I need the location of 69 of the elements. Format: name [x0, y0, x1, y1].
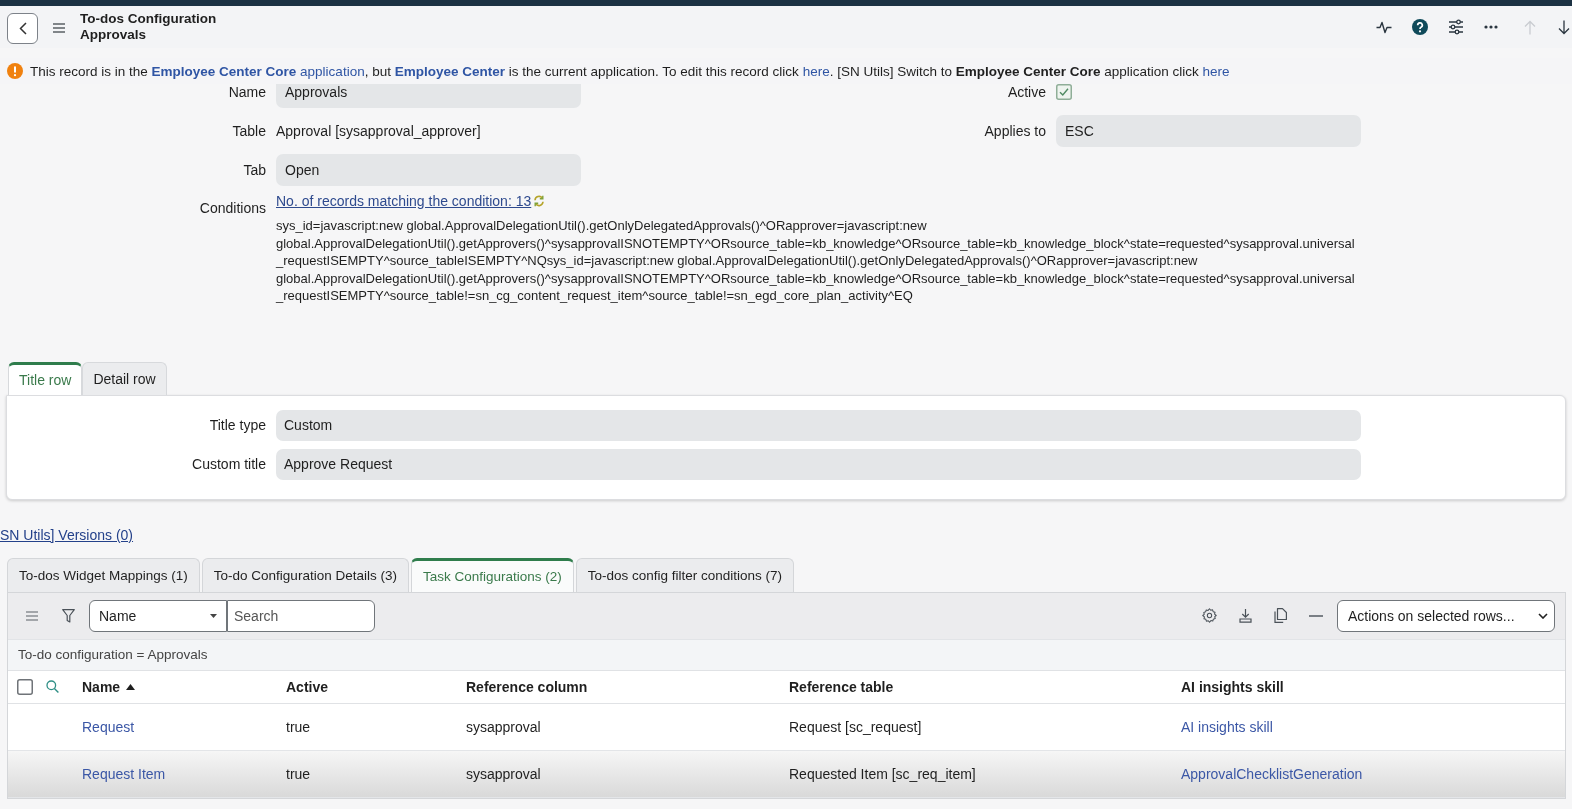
tab[interactable]: Task Configurations (2) — [410, 557, 574, 592]
text-field[interactable]: Custom — [276, 409, 1361, 441]
table-cell: true — [286, 718, 311, 735]
search-icon[interactable] — [46, 680, 59, 693]
table-cell: Request [sc_request] — [789, 718, 922, 735]
table-link[interactable]: Request Item — [82, 765, 166, 782]
field-value: Approval [sysapproval_approver] — [276, 123, 481, 139]
sliders-icon[interactable] — [1448, 19, 1464, 35]
text-field[interactable]: ESC — [1056, 115, 1361, 147]
download-icon[interactable] — [1239, 608, 1252, 623]
copy-icon[interactable] — [1274, 608, 1287, 623]
back-button[interactable] — [7, 13, 38, 44]
field-label: Name — [227, 84, 267, 100]
chevron-left-icon — [18, 22, 27, 35]
column-header[interactable]: Active — [286, 678, 329, 695]
condition-query: sys_id=javascript:new global.ApprovalDelegationUtil().getOnlyDelegatedApprovals()^ORapprover=javascript:new global.ApprovalDelegationUtil().getApprovers()^sysapprovalISNOTEMPTY^ORsource_table=kb_knowledge^ORsource_table=kb_knowledge_block^state=requested^sysapproval.universal_requestISEMPTY^source_tableISEMPTY^NQsys_id=javascript:new global.ApprovalDelegationUtil().getOnlyDelegatedApprovals()^ORapprover=javascript:new global.ApprovalDelegationUtil().getApprovers()^sysapprovalISNOTEMPTY^ORsource_table=kb_knowledge^ORsource_table=kb_knowledge_block^state=requested^sysapproval.universal_requestISEMPTY^source_table!=sn_cg_content_request_item^source_table!=sn_egd_core_plan_activity^EQ — [276, 217, 1356, 305]
info-link[interactable]: Employee Center — [394, 63, 505, 79]
activity-icon[interactable] — [1376, 19, 1392, 35]
page-title: To-dos Configuration — [80, 11, 217, 27]
field-label: Active — [1006, 84, 1047, 100]
text-field[interactable]: Approvals — [276, 84, 581, 108]
record-title: Approvals — [80, 27, 147, 43]
filter-icon[interactable] — [62, 608, 75, 623]
column-header[interactable]: Name — [82, 678, 136, 695]
table-cell: Requested Item [sc_req_item] — [789, 765, 976, 782]
refresh-icon[interactable] — [533, 195, 546, 207]
gear-icon[interactable] — [1202, 608, 1217, 623]
filter-breadcrumb: To-do configuration = Approvals — [18, 647, 208, 662]
table-link[interactable]: ApprovalChecklistGeneration — [1181, 765, 1363, 782]
field-select[interactable]: Name — [89, 599, 227, 632]
field-label: Applies to — [983, 123, 1047, 139]
tab[interactable]: Detail row — [82, 361, 167, 395]
versions-link[interactable]: SN Utils] Versions (0) — [0, 526, 134, 543]
column-header[interactable]: AI insights skill — [1181, 678, 1284, 695]
table-link[interactable]: Request — [82, 718, 135, 735]
info-link[interactable]: Employee Center Core application — [151, 63, 365, 79]
column-header[interactable]: Reference table — [789, 678, 894, 695]
info-link[interactable]: here — [802, 63, 830, 79]
minus-icon[interactable] — [1309, 614, 1323, 617]
actions-select[interactable]: Actions on selected rows... — [1337, 599, 1555, 632]
tab[interactable]: To-do Configuration Details (3) — [201, 557, 409, 592]
field-label: Table — [231, 123, 267, 139]
column-header[interactable]: Reference column — [466, 678, 588, 695]
checkbox[interactable] — [1056, 84, 1072, 100]
menu-icon[interactable] — [53, 23, 65, 33]
text-field[interactable]: Open — [276, 154, 581, 186]
arrow-down-icon[interactable] — [1558, 19, 1570, 35]
text-field[interactable]: Approve Request — [276, 448, 1361, 480]
search-field[interactable]: Search — [227, 599, 375, 632]
record-count-link[interactable]: No. of records matching the condition: 13 — [276, 193, 532, 209]
field-label: Tab — [242, 162, 267, 178]
caret-down-icon — [210, 613, 217, 618]
info-link[interactable]: here — [1202, 63, 1230, 79]
field-label: Conditions — [198, 199, 267, 218]
table-cell: true — [286, 765, 311, 782]
help-icon[interactable] — [1412, 19, 1428, 35]
table-cell: sysapproval — [466, 718, 541, 735]
info-message: This record is in the Employee Center Core application, but Employee Center is the current application. To edit this record click here. [SN Utils] Switch to Employee Center Core application click here — [30, 63, 1230, 79]
table-link[interactable]: AI insights skill — [1181, 718, 1273, 735]
tab[interactable]: Title row — [8, 361, 83, 395]
tab[interactable]: To-dos config filter conditions (7) — [575, 557, 795, 592]
tab[interactable]: To-dos Widget Mappings (1) — [7, 557, 200, 592]
more-icon[interactable] — [1484, 25, 1498, 29]
select-all-checkbox[interactable] — [17, 678, 33, 695]
chevron-down-icon — [1538, 612, 1548, 619]
warning-icon — [7, 63, 23, 79]
table-cell: sysapproval — [466, 765, 541, 782]
field-label: Title type — [208, 417, 267, 433]
field-label: Custom title — [191, 456, 267, 472]
